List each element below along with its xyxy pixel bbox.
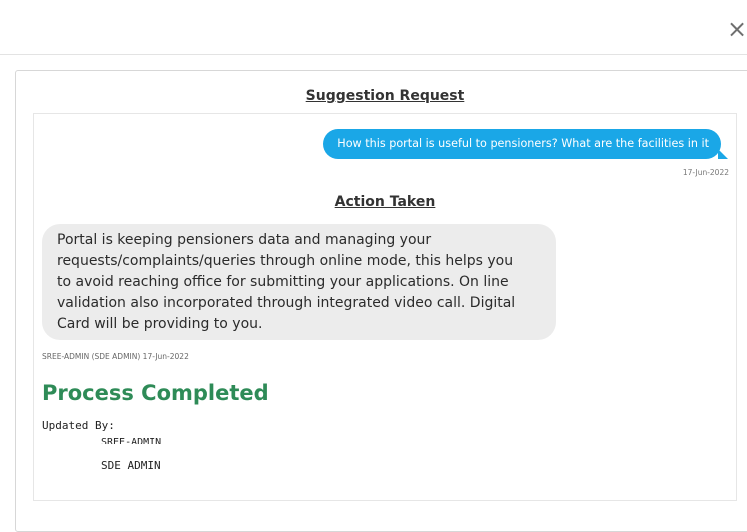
reply-meta: SREE-ADMIN (SDE ADMIN) 17-Jun-2022 xyxy=(42,352,189,361)
suggestion-message-bubble: How this portal is useful to pensioners?… xyxy=(323,129,728,159)
action-reply-bubble: Portal is keeping pensioners data and ma… xyxy=(42,224,556,340)
close-button[interactable]: × xyxy=(725,14,747,44)
updated-by-name: SDE ADMIN xyxy=(101,459,161,472)
status-text: Process Completed xyxy=(42,381,269,405)
updated-by-label: Updated By: xyxy=(42,419,115,432)
action-taken-title: Action Taken xyxy=(334,194,436,210)
suggestion-date: 17-Jun-2022 xyxy=(682,168,729,177)
dialog-header: × xyxy=(0,0,747,55)
updated-by-user: SREE-ADMIN xyxy=(101,437,162,444)
suggestion-title: Suggestion Request xyxy=(305,88,465,104)
